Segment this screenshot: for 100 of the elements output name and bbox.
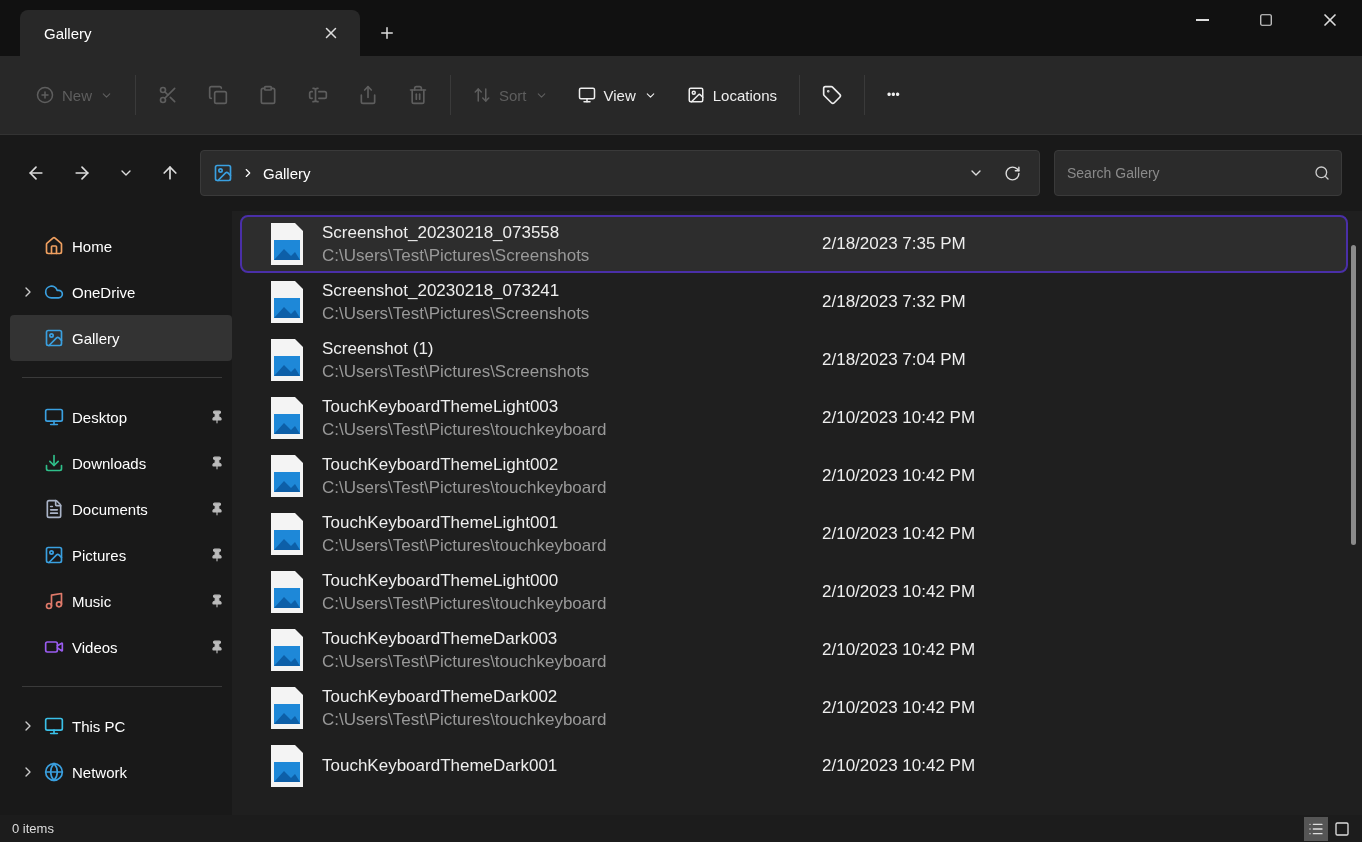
pin-icon bbox=[210, 640, 224, 654]
file-row[interactable]: TouchKeyboardThemeLight003 C:\Users\Test\Pictures\touchkeyboard 2/10/2023 10:42 PM bbox=[240, 389, 1348, 447]
nav-label: Downloads bbox=[72, 454, 148, 472]
toolbar-icon bbox=[358, 85, 378, 105]
nav-label: Desktop bbox=[72, 408, 129, 426]
file-name: TouchKeyboardThemeLight001 bbox=[322, 512, 560, 533]
file-row[interactable]: Screenshot_20230218_073241 C:\Users\Test\Pictures\Screenshots 2/18/2023 7:32 PM bbox=[240, 273, 1348, 331]
file-path: C:\Users\Test\Pictures\Screenshots bbox=[322, 303, 591, 324]
gallery-icon bbox=[213, 163, 233, 183]
address-bar[interactable]: Gallery bbox=[200, 150, 1040, 196]
toolbar-icon bbox=[473, 86, 491, 104]
search-field[interactable]: Search Gallery bbox=[1054, 150, 1342, 196]
file-name: TouchKeyboardThemeDark001 bbox=[322, 756, 559, 776]
toolbar-button-label: Locations bbox=[712, 86, 777, 104]
toolbar-icon bbox=[258, 85, 278, 105]
file-row[interactable]: TouchKeyboardThemeLight001 C:\Users\Test\Pictures\touchkeyboard 2/10/2023 10:42 PM bbox=[240, 505, 1348, 563]
image-file-icon bbox=[270, 222, 304, 266]
image-file-icon bbox=[270, 744, 304, 788]
file-path: C:\Users\Test\Pictures\touchkeyboard bbox=[322, 651, 608, 672]
nav-item[interactable]: Music bbox=[10, 578, 232, 624]
toolbar-button-label: View bbox=[603, 86, 636, 104]
toolbar-icon bbox=[408, 85, 428, 105]
toolbar-button[interactable]: Locations bbox=[678, 78, 785, 112]
file-name: TouchKeyboardThemeLight000 bbox=[322, 570, 560, 591]
nav-item[interactable]: Downloads bbox=[10, 440, 232, 486]
image-file-icon bbox=[270, 628, 304, 672]
file-date: 2/10/2023 10:42 PM bbox=[822, 756, 976, 776]
toolbar-icon bbox=[308, 85, 328, 105]
toolbar-icon bbox=[36, 86, 54, 104]
toolbar-icon bbox=[158, 85, 178, 105]
toolbar-icon bbox=[686, 86, 705, 104]
file-date: 2/18/2023 7:32 PM bbox=[822, 292, 966, 312]
pin-icon bbox=[210, 594, 224, 608]
file-path: C:\Users\Test\Pictures\touchkeyboard bbox=[322, 593, 608, 614]
tab-title: Gallery bbox=[44, 24, 92, 42]
file-date: 2/10/2023 10:42 PM bbox=[822, 582, 976, 602]
file-row[interactable]: TouchKeyboardThemeLight002 C:\Users\Test\Pictures\touchkeyboard 2/10/2023 10:42 PM bbox=[240, 447, 1348, 505]
file-date: 2/10/2023 10:42 PM bbox=[822, 408, 976, 428]
refresh-icon bbox=[1004, 164, 1021, 182]
file-row[interactable]: TouchKeyboardThemeDark001 2/10/2023 10:42 PM bbox=[240, 737, 1348, 795]
nav-label: Music bbox=[72, 592, 113, 610]
nav-label: This PC bbox=[72, 717, 127, 735]
tab[interactable]: Gallery bbox=[20, 10, 360, 56]
image-file-icon bbox=[270, 686, 304, 730]
file-path: C:\Users\Test\Pictures\touchkeyboard bbox=[322, 535, 608, 556]
image-file-icon bbox=[270, 396, 304, 440]
more-options-button[interactable]: ••• bbox=[879, 80, 908, 110]
file-date: 2/10/2023 10:42 PM bbox=[822, 524, 976, 544]
file-name: TouchKeyboardThemeLight003 bbox=[322, 396, 560, 417]
plus-icon bbox=[378, 24, 396, 42]
nav-item[interactable]: Videos bbox=[10, 624, 232, 670]
file-date: 2/10/2023 10:42 PM bbox=[822, 466, 976, 486]
file-row[interactable]: TouchKeyboardThemeDark003 C:\Users\Test\Pictures\touchkeyboard 2/10/2023 10:42 PM bbox=[240, 621, 1348, 679]
nav-item[interactable]: OneDrive bbox=[10, 269, 232, 315]
image-file-icon bbox=[270, 570, 304, 614]
nav-label: Gallery bbox=[72, 329, 121, 347]
file-path: C:\Users\Test\Pictures\touchkeyboard bbox=[322, 419, 608, 440]
file-row[interactable]: TouchKeyboardThemeDark002 C:\Users\Test\Pictures\touchkeyboard 2/10/2023 10:42 PM bbox=[240, 679, 1348, 737]
file-path: C:\Users\Test\Pictures\Screenshots bbox=[322, 361, 591, 382]
file-path: C:\Users\Test\Pictures\touchkeyboard bbox=[322, 477, 608, 498]
square-icon bbox=[1334, 820, 1350, 837]
file-name: TouchKeyboardThemeDark002 bbox=[322, 686, 559, 707]
file-date: 2/18/2023 7:35 PM bbox=[822, 234, 966, 254]
maximize-icon bbox=[1259, 13, 1273, 27]
pin-icon bbox=[210, 410, 224, 424]
file-path: C:\Users\Test\Pictures\touchkeyboard bbox=[322, 709, 608, 730]
nav-label: Videos bbox=[72, 638, 119, 656]
pin-icon bbox=[210, 548, 224, 562]
breadcrumb[interactable]: Gallery bbox=[263, 164, 311, 182]
file-date: 2/10/2023 10:42 PM bbox=[822, 640, 976, 660]
search-icon[interactable] bbox=[1314, 165, 1330, 181]
image-file-icon bbox=[270, 454, 304, 498]
item-count: 0 items bbox=[12, 821, 54, 836]
file-path: C:\Users\Test\Pictures\Screenshots bbox=[322, 245, 591, 266]
image-file-icon bbox=[270, 280, 304, 324]
file-name: Screenshot_20230218_073241 bbox=[322, 280, 561, 301]
toolbar-icon bbox=[822, 85, 842, 105]
nav-item[interactable]: This PC bbox=[10, 703, 232, 749]
details-view-button[interactable] bbox=[1304, 816, 1328, 841]
nav-label: Pictures bbox=[72, 546, 128, 564]
scrollbar-thumb[interactable] bbox=[1350, 245, 1356, 545]
image-file-icon bbox=[270, 338, 304, 382]
file-row[interactable]: Screenshot (1) C:\Users\Test\Pictures\Screenshots 2/18/2023 7:04 PM bbox=[240, 331, 1348, 389]
nav-item[interactable]: Home bbox=[10, 223, 232, 269]
nav-label: Network bbox=[72, 763, 128, 781]
nav-item[interactable]: Documents bbox=[10, 486, 232, 532]
file-date: 2/10/2023 10:42 PM bbox=[822, 698, 976, 718]
toolbar-icon bbox=[208, 85, 228, 105]
file-name: TouchKeyboardThemeLight002 bbox=[322, 454, 560, 475]
nav-label: Home bbox=[72, 237, 113, 255]
file-name: TouchKeyboardThemeDark003 bbox=[322, 628, 559, 649]
nav-label: Documents bbox=[72, 500, 149, 518]
nav-item[interactable]: Network bbox=[10, 749, 232, 795]
nav-item[interactable]: Gallery bbox=[10, 315, 232, 361]
minimize-icon bbox=[1195, 19, 1209, 21]
nav-item[interactable]: Desktop bbox=[10, 394, 232, 440]
toolbar-button[interactable]: View bbox=[569, 78, 665, 112]
file-row[interactable]: Screenshot_20230218_073558 C:\Users\Test\Pictures\Screenshots 2/18/2023 7:35 PM bbox=[240, 215, 1348, 273]
nav-item[interactable]: Pictures bbox=[10, 532, 232, 578]
file-row[interactable]: TouchKeyboardThemeLight000 C:\Users\Test\Pictures\touchkeyboard 2/10/2023 10:42 PM bbox=[240, 563, 1348, 621]
